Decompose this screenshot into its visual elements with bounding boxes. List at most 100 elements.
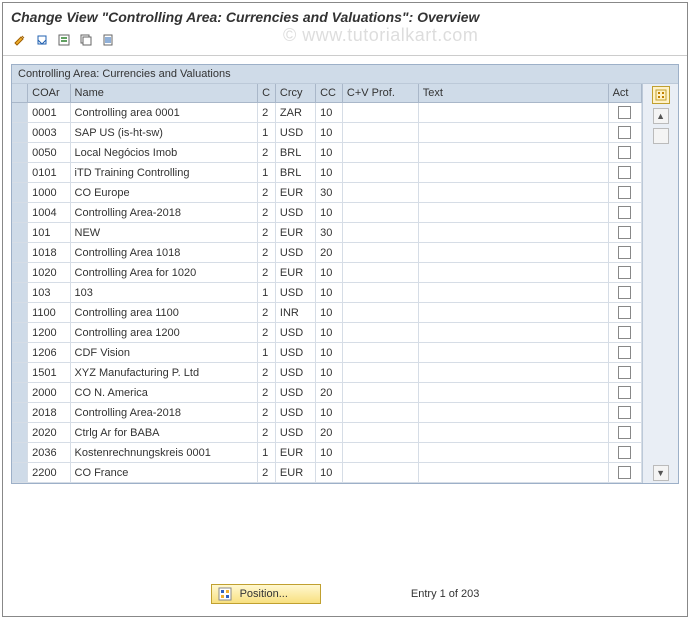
table-row[interactable]: 0050Local Negócios Imob2BRL10 [12,143,642,163]
cell-crcy[interactable]: EUR [275,223,315,243]
table-row[interactable]: 1206CDF Vision1USD10 [12,343,642,363]
cell-cv[interactable] [342,423,418,443]
table-row[interactable]: 1000CO Europe2EUR30 [12,183,642,203]
cell-cc[interactable]: 10 [316,403,343,423]
cell-coar[interactable]: 1200 [28,323,70,343]
act-checkbox[interactable] [618,446,631,459]
cell-act[interactable] [608,243,642,263]
act-checkbox[interactable] [618,126,631,139]
col-c[interactable]: C [258,84,276,103]
col-cc[interactable]: CC [316,84,343,103]
cell-cc[interactable]: 10 [316,443,343,463]
cell-cv[interactable] [342,203,418,223]
cell-name[interactable]: CO France [70,463,258,483]
row-selector[interactable] [12,243,28,263]
cell-coar[interactable]: 1100 [28,303,70,323]
cell-act[interactable] [608,263,642,283]
delete-icon[interactable] [99,31,117,49]
row-selector[interactable] [12,223,28,243]
cell-cv[interactable] [342,263,418,283]
cell-name[interactable]: XYZ Manufacturing P. Ltd [70,363,258,383]
cell-c[interactable]: 1 [258,443,276,463]
row-selector[interactable] [12,183,28,203]
row-selector[interactable] [12,303,28,323]
col-coar[interactable]: COAr [28,84,70,103]
cell-coar[interactable]: 0101 [28,163,70,183]
table-row[interactable]: 1031031USD10 [12,283,642,303]
col-name[interactable]: Name [70,84,258,103]
cell-cv[interactable] [342,183,418,203]
cell-act[interactable] [608,303,642,323]
cell-cc[interactable]: 20 [316,243,343,263]
cell-name[interactable]: CO N. America [70,383,258,403]
table-row[interactable]: 2018Controlling Area-20182USD10 [12,403,642,423]
cell-crcy[interactable]: USD [275,323,315,343]
cell-name[interactable]: Controlling Area-2018 [70,203,258,223]
act-checkbox[interactable] [618,226,631,239]
cell-cv[interactable] [342,463,418,483]
cell-act[interactable] [608,163,642,183]
cell-crcy[interactable]: ZAR [275,103,315,123]
cell-act[interactable] [608,423,642,443]
cell-name[interactable]: Controlling area 1100 [70,303,258,323]
table-row[interactable]: 1100Controlling area 11002INR10 [12,303,642,323]
cell-act[interactable] [608,203,642,223]
cell-text[interactable] [418,123,608,143]
table-row[interactable]: 1018Controlling Area 10182USD20 [12,243,642,263]
cell-coar[interactable]: 0050 [28,143,70,163]
cell-coar[interactable]: 101 [28,223,70,243]
cell-c[interactable]: 2 [258,203,276,223]
cell-name[interactable]: Controlling Area-2018 [70,403,258,423]
table-row[interactable]: 101NEW2EUR30 [12,223,642,243]
cell-text[interactable] [418,403,608,423]
cell-c[interactable]: 2 [258,363,276,383]
cell-coar[interactable]: 2020 [28,423,70,443]
cell-text[interactable] [418,463,608,483]
cell-cc[interactable]: 30 [316,183,343,203]
cell-coar[interactable]: 0003 [28,123,70,143]
col-crcy[interactable]: Crcy [275,84,315,103]
row-selector[interactable] [12,163,28,183]
cell-text[interactable] [418,443,608,463]
cell-text[interactable] [418,423,608,443]
cell-c[interactable]: 2 [258,383,276,403]
toggle-display-change-icon[interactable] [11,31,29,49]
cell-act[interactable] [608,283,642,303]
row-selector[interactable] [12,403,28,423]
cell-cv[interactable] [342,403,418,423]
row-selector[interactable] [12,263,28,283]
cell-text[interactable] [418,163,608,183]
cell-c[interactable]: 1 [258,343,276,363]
cell-crcy[interactable]: EUR [275,183,315,203]
cell-c[interactable]: 1 [258,163,276,183]
table-row[interactable]: 1501XYZ Manufacturing P. Ltd2USD10 [12,363,642,383]
table-row[interactable]: 2020Ctrlg Ar for BABA2USD20 [12,423,642,443]
col-cv[interactable]: C+V Prof. [342,84,418,103]
cell-name[interactable]: Controlling Area 1018 [70,243,258,263]
cell-text[interactable] [418,283,608,303]
cell-cc[interactable]: 10 [316,103,343,123]
cell-crcy[interactable]: EUR [275,443,315,463]
cell-name[interactable]: CO Europe [70,183,258,203]
row-selector[interactable] [12,123,28,143]
table-row[interactable]: 2036Kostenrechnungskreis 00011EUR10 [12,443,642,463]
table-row[interactable]: 0101iTD Training Controlling1BRL10 [12,163,642,183]
cell-c[interactable]: 1 [258,283,276,303]
cell-name[interactable]: Local Negócios Imob [70,143,258,163]
cell-text[interactable] [418,143,608,163]
table-row[interactable]: 0001Controlling area 00012ZAR10 [12,103,642,123]
cell-cc[interactable]: 10 [316,323,343,343]
cell-c[interactable]: 2 [258,323,276,343]
cell-text[interactable] [418,183,608,203]
col-select[interactable] [12,84,28,103]
act-checkbox[interactable] [618,326,631,339]
table-row[interactable]: 2200CO France2EUR10 [12,463,642,483]
cell-crcy[interactable]: USD [275,363,315,383]
cell-coar[interactable]: 0001 [28,103,70,123]
cell-text[interactable] [418,203,608,223]
other-entry-icon[interactable] [33,31,51,49]
row-selector[interactable] [12,363,28,383]
cell-name[interactable]: SAP US (is-ht-sw) [70,123,258,143]
scroll-down-icon[interactable]: ▼ [653,465,669,481]
row-selector[interactable] [12,143,28,163]
